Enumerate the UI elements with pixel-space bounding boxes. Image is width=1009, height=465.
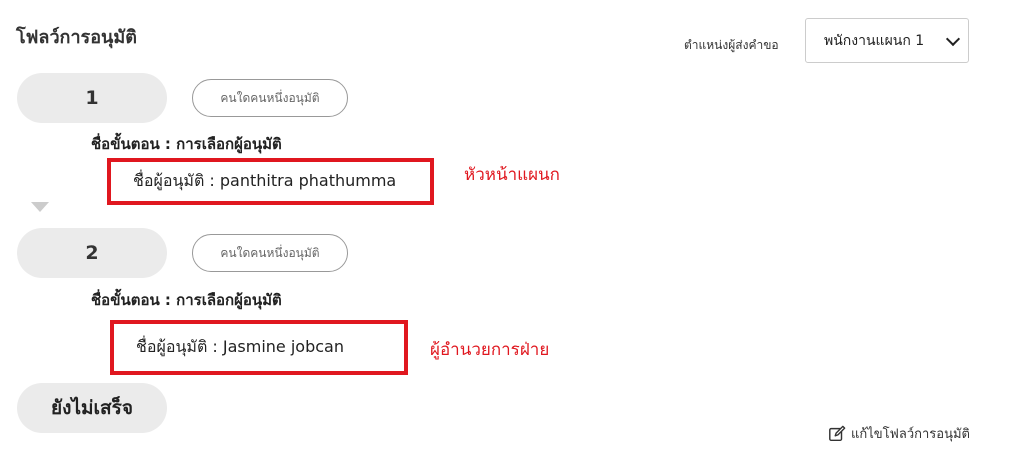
edit-approval-flow-link[interactable]: แก้ไขโฟลว์การอนุมัติ: [828, 423, 970, 444]
sender-position-value: พนักงานแผนก 1: [824, 32, 925, 49]
step-1-mode-badge: คนใดคนหนึ่งอนุมัติ: [192, 79, 348, 117]
sender-position-select[interactable]: พนักงานแผนก 1: [805, 18, 969, 63]
step-2-name: ชื่อขั้นตอน : การเลือกผู้อนุมัติ: [91, 291, 282, 309]
step-1-approver-text: ชื่อผู้อนุมัติ : panthitra phathumma: [133, 171, 397, 190]
sender-position-label: ตำแหน่งผู้ส่งคำขอ: [684, 38, 779, 52]
page-title: โฟลว์การอนุมัติ: [16, 27, 137, 48]
step-2-approver-text: ชื่อผู้อนุมัติ : Jasmine jobcan: [136, 337, 344, 356]
step-1-name: ชื่อขั้นตอน : การเลือกผู้อนุมัติ: [91, 135, 282, 153]
step-2-mode-badge: คนใดคนหนึ่งอนุมัติ: [192, 234, 348, 272]
step-2-annotation: ผู้อำนวยการฝ่าย: [430, 340, 550, 360]
edit-icon: [829, 425, 846, 441]
edit-approval-flow-label: แก้ไขโฟลว์การอนุมัติ: [851, 427, 970, 442]
step-2-approver: ชื่อผู้อนุมัติ : Jasmine jobcan: [110, 320, 408, 375]
status-pending-badge: ยังไม่เสร็จ: [17, 383, 167, 433]
chevron-down-icon: [945, 31, 961, 46]
step-1-annotation: หัวหน้าแผนก: [464, 165, 560, 185]
step-1-approver: ชื่อผู้อนุมัติ : panthitra phathumma: [107, 158, 434, 205]
step-number-1: 1: [17, 73, 167, 123]
step-number-2: 2: [17, 228, 167, 278]
flow-arrow-down-icon: [31, 202, 49, 212]
